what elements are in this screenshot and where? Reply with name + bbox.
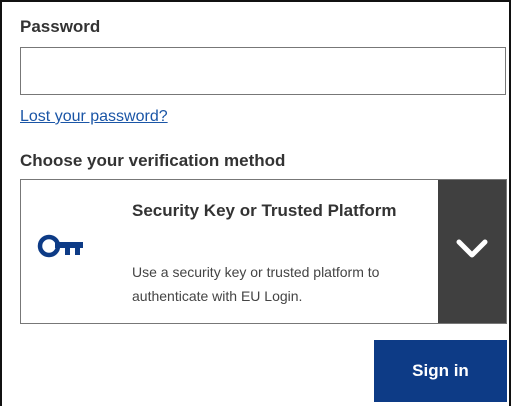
dropdown-toggle-button[interactable] [438, 180, 506, 323]
sign-in-button[interactable]: Sign in [374, 340, 507, 402]
method-title: Security Key or Trusted Platform [132, 201, 397, 220]
password-label: Password [20, 17, 101, 36]
login-panel: Password Lost your password? Choose your… [0, 0, 511, 406]
verification-method-select[interactable]: Security Key or Trusted Platform Use a s… [20, 179, 507, 324]
verification-method-label: Choose your verification method [20, 151, 286, 170]
lost-password-link[interactable]: Lost your password? [20, 108, 168, 126]
password-field[interactable] [20, 47, 506, 95]
chevron-down-icon [455, 237, 489, 261]
key-icon [37, 233, 85, 259]
method-description: Use a security key or trusted platform t… [132, 264, 380, 304]
